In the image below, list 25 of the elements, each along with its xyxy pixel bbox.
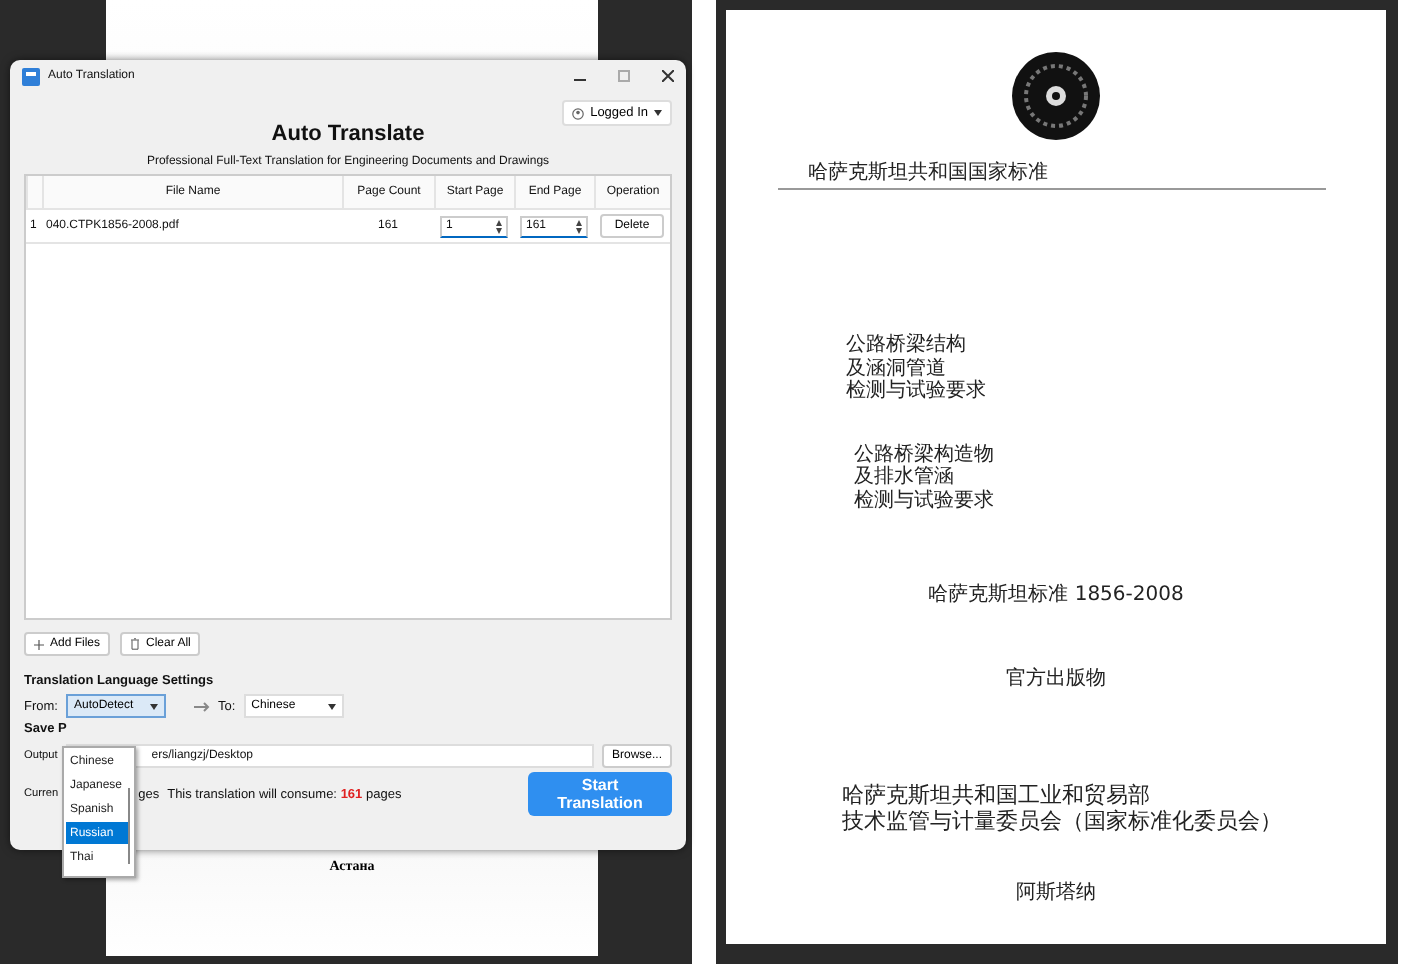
- user-icon: [572, 107, 585, 119]
- document-title: 公路桥梁结构: [846, 334, 968, 357]
- emblem-drawing: [1010, 50, 1102, 142]
- spin-arrows-icon[interactable]: [576, 219, 582, 233]
- plus-icon: [34, 639, 44, 649]
- document-title: 及排水管涵: [854, 466, 956, 489]
- ministry-name: 哈萨克斯坦共和国工业和贸易部: [842, 784, 1152, 809]
- document-title: 检测与试验要求: [846, 380, 988, 403]
- close-icon[interactable]: [662, 70, 674, 82]
- document-title: 检测与试验要求: [854, 489, 996, 512]
- caret-icon: [149, 703, 158, 709]
- arrow-icon: [193, 701, 210, 711]
- publication-note: 官方出版物: [1006, 665, 1106, 692]
- app-icon: [22, 67, 40, 85]
- ministry-name: 技术监管与计量委员会（国家标准化委员会）: [842, 809, 1284, 835]
- caret-icon: [327, 703, 336, 709]
- document-title: 公路桥梁构造物: [854, 443, 996, 465]
- caret-icon: [654, 110, 662, 116]
- document-header: 哈萨克斯坦共和国国家标准: [808, 159, 1050, 186]
- app-heading: Auto Translate: [269, 122, 427, 146]
- trash-icon: [130, 638, 141, 650]
- city-name: 阿斯塔纳: [1016, 879, 1096, 907]
- standard-number: 哈萨克斯坦标准 1856-2008: [928, 581, 1184, 608]
- document-title: 及涵洞管道: [846, 357, 948, 379]
- spin-arrows-icon[interactable]: [496, 219, 502, 233]
